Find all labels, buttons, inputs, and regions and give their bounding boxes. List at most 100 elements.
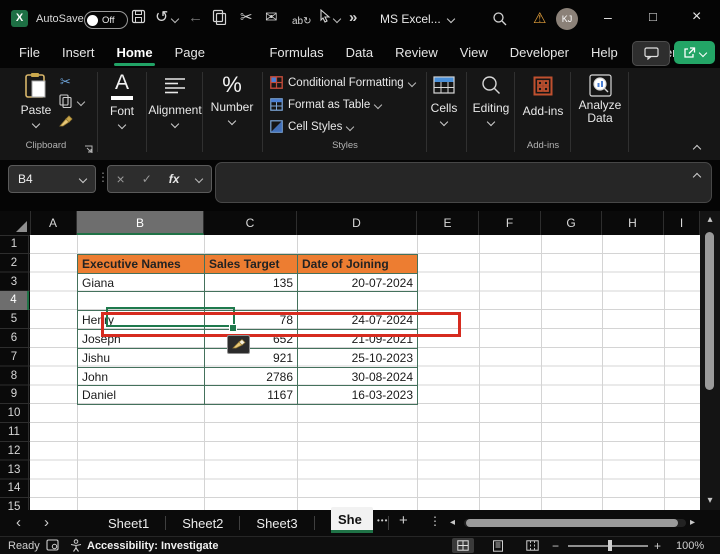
document-title[interactable]: MS Excel... [380,12,441,26]
row-header-5[interactable]: 5 [0,310,29,329]
scroll-right-icon[interactable]: ▸ [690,517,695,528]
format-painter-button[interactable] [58,114,73,133]
new-sheet-button[interactable]: + [399,512,408,529]
macro-record-icon[interactable] [46,539,59,554]
more-sheets-icon[interactable]: ••• [377,516,388,525]
spelling-icon[interactable]: ab↻ [292,13,312,31]
row-header-12[interactable]: 12 [0,442,29,461]
scroll-left-icon[interactable]: ◂ [450,517,455,528]
previous-sheet-icon[interactable]: ‹ [16,510,21,535]
ribbon-tab-review[interactable]: Review [384,38,449,68]
table-cell[interactable]: 921 [205,349,298,368]
column-header-D[interactable]: D [297,211,417,235]
sheet-options-kebab-icon[interactable]: ⋮ [429,514,441,528]
conditional-formatting-button[interactable]: Conditional Formatting [270,76,415,89]
search-icon[interactable] [492,11,508,32]
ribbon-tab-data[interactable]: Data [335,38,384,68]
sheet-cells-area[interactable]: Executive NamesSales TargetDate of Joini… [30,235,700,510]
share-button[interactable] [674,41,715,64]
ribbon-tab-insert[interactable]: Insert [51,38,106,68]
cancel-icon[interactable]: × [117,171,125,187]
undo-icon[interactable]: ↺ [155,9,168,27]
ribbon-tab-page-layout[interactable]: Page Layout [164,38,259,68]
row-header-7[interactable]: 7 [0,348,29,367]
close-button[interactable]: × [692,8,701,26]
copy-icon[interactable] [212,9,227,30]
column-header-I[interactable]: I [664,211,700,235]
row-header-10[interactable]: 10 [0,404,29,423]
row-header-14[interactable]: 14 [0,479,29,498]
table-cell[interactable]: 25-10-2023 [298,349,418,368]
table-header-cell[interactable]: Sales Target [205,255,298,274]
column-header-H[interactable]: H [602,211,664,235]
cut-icon[interactable]: ✂ [240,9,253,27]
column-header-F[interactable]: F [479,211,541,235]
column-header-E[interactable]: E [417,211,479,235]
column-header-B[interactable]: B [77,211,204,235]
table-cell[interactable]: 16-03-2023 [298,386,418,405]
table-cell[interactable] [298,292,418,311]
ribbon-tab-file[interactable]: File [8,38,51,68]
clipboard-dialog-launcher-icon[interactable] [84,141,93,159]
insert-function-icon[interactable]: fx [169,172,180,186]
ribbon-tab-view[interactable]: View [449,38,499,68]
sheet-tab-sheet1[interactable]: Sheet1 [92,511,165,536]
add-ins-button[interactable]: Add-ins [517,72,569,118]
warning-icon[interactable]: ⚠ [533,9,546,27]
editing-button[interactable]: Editing [466,72,516,125]
fx-dropdown-icon[interactable] [195,175,203,183]
ribbon-tab-help[interactable]: Help [580,38,629,68]
number-button[interactable]: % Number [206,72,258,124]
table-cell[interactable]: 20-07-2024 [298,274,418,293]
zoom-slider-handle[interactable] [608,540,612,551]
qat-overflow-icon[interactable]: » [349,9,357,27]
table-cell[interactable]: Daniel [78,386,205,405]
zoom-in-icon[interactable]: + [654,539,661,553]
column-header-G[interactable]: G [541,211,602,235]
touch-mode-icon[interactable] [318,9,331,28]
redo-icon[interactable]: ← [188,9,203,27]
table-cell[interactable]: Giana [78,274,205,293]
horizontal-scrollbar[interactable] [464,519,686,527]
sheet-tab-active[interactable]: She [331,507,373,533]
name-box[interactable]: B4 [8,165,96,193]
row-header-8[interactable]: 8 [0,367,29,386]
accessibility-status[interactable]: Accessibility: Investigate [87,540,218,552]
table-cell[interactable]: 1167 [205,386,298,405]
email-icon[interactable]: ✉ [265,9,278,27]
table-header-cell[interactable]: Date of Joining [298,255,418,274]
row-header-1[interactable]: 1 [0,235,29,254]
table-cell[interactable]: 30-08-2024 [298,368,418,387]
touch-mode-dropdown-icon[interactable] [333,15,341,23]
cells-button[interactable]: Cells [420,72,468,125]
vertical-scroll-thumb[interactable] [705,232,714,390]
row-header-11[interactable]: 11 [0,423,29,442]
row-header-4[interactable]: 4 [0,291,29,310]
ribbon-tab-developer[interactable]: Developer [499,38,580,68]
zoom-slider[interactable] [568,545,648,547]
table-cell[interactable]: Jishu [78,349,205,368]
table-cell[interactable]: 135 [205,274,298,293]
page-layout-view-button[interactable] [487,538,509,553]
analyze-data-button[interactable]: Analyze Data [572,72,628,125]
zoom-out-icon[interactable]: − [552,539,559,553]
table-cell[interactable]: John [78,368,205,387]
scroll-up-icon[interactable]: ▴ [700,214,720,225]
column-header-A[interactable]: A [30,211,77,235]
font-button[interactable]: A Font [98,72,146,128]
alignment-button[interactable]: Alignment [147,72,203,127]
select-all-corner[interactable] [0,211,31,236]
comments-button[interactable] [632,41,670,66]
page-break-preview-button[interactable] [521,538,543,553]
cell-styles-button[interactable]: Cell Styles [270,120,353,133]
title-dropdown-icon[interactable] [447,15,455,23]
table-header-cell[interactable]: Executive Names [78,255,205,274]
avatar[interactable]: KJ [556,8,578,30]
row-header-9[interactable]: 9 [0,385,29,404]
ribbon-tab-formulas[interactable]: Formulas [258,38,334,68]
minimize-button[interactable]: – [604,9,612,25]
cut-button[interactable]: ✂ [60,74,71,90]
autosave-toggle[interactable]: Off [84,11,128,29]
row-header-3[interactable]: 3 [0,273,29,292]
normal-view-button[interactable] [452,538,474,553]
